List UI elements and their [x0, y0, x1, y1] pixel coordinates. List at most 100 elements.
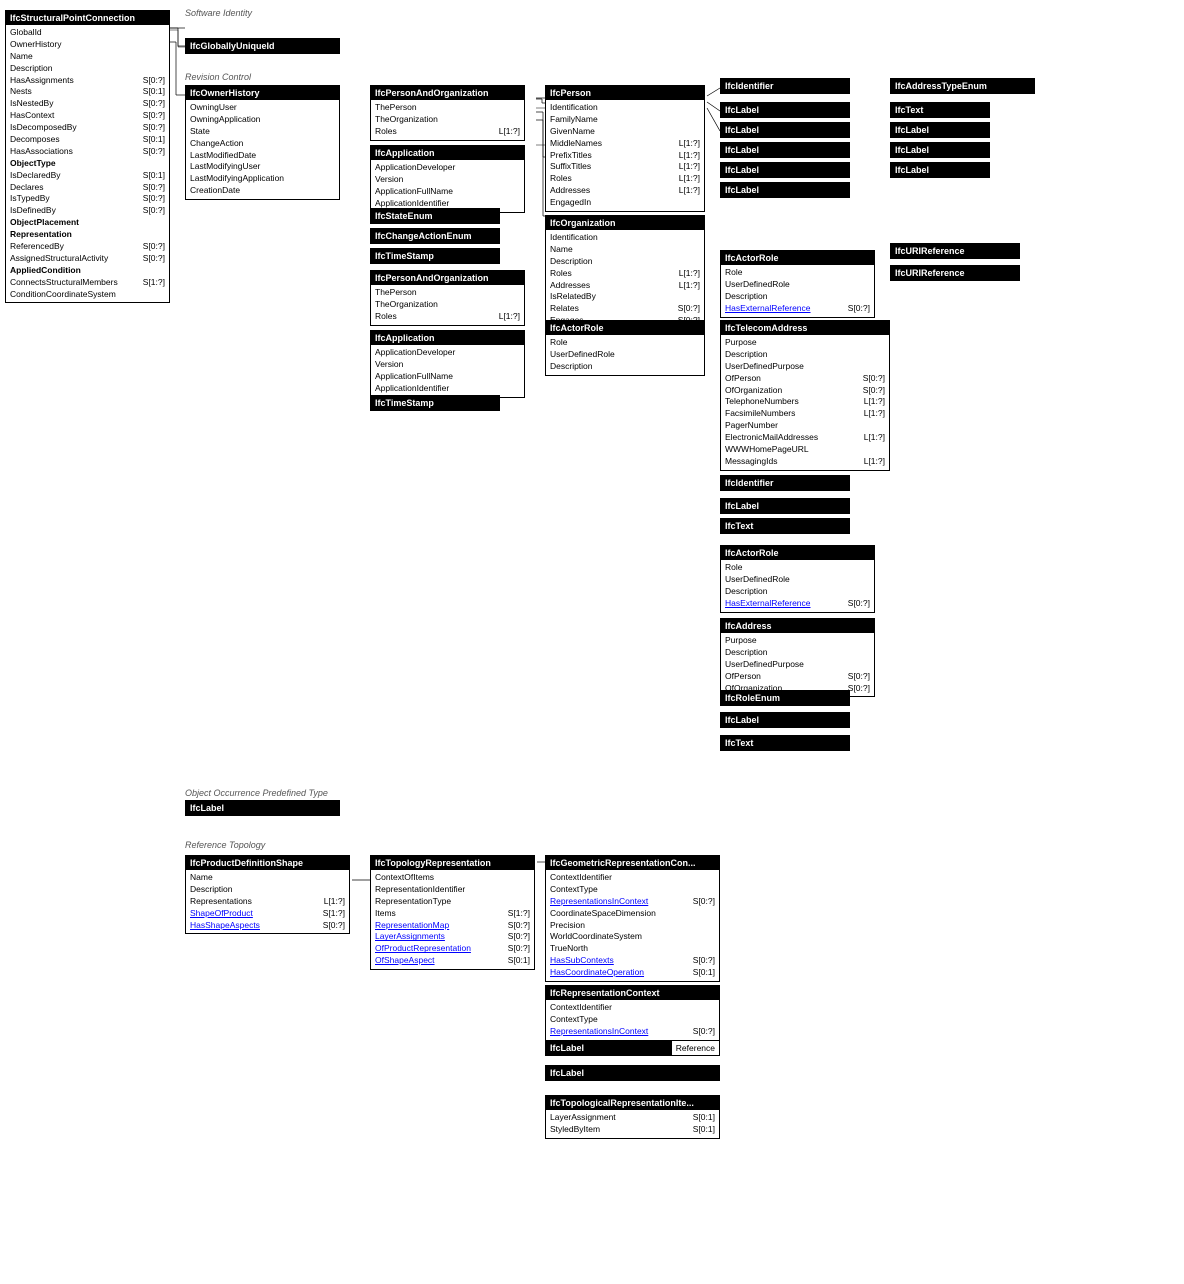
box-ifc-representation-context: IfcRepresentationContext ContextIdentifi… — [545, 985, 720, 1041]
attr-type: S[0:?] — [693, 896, 715, 908]
attr-name: UserDefinedPurpose — [725, 659, 804, 671]
box-header: IfcText — [721, 519, 849, 533]
box-ifc-actor-role-2: IfcActorRole Role UserDefinedRole Descri… — [720, 250, 875, 318]
box-header: IfcOwnerHistory — [186, 86, 339, 100]
attr-representations: RepresentationsL[1:?] — [190, 896, 345, 908]
attr-name: Addresses — [550, 185, 590, 197]
attr-name: ShapeOfProduct — [190, 908, 253, 920]
box-header: IfcText — [721, 736, 849, 750]
attr-name: Description — [725, 349, 768, 361]
box-header: IfcURIReference — [891, 266, 1019, 280]
box-header: IfcLabel — [891, 143, 989, 157]
attr-name: Name — [10, 51, 165, 63]
attr-type: L[1:?] — [679, 150, 700, 162]
attr-appfullname: ApplicationFullName — [375, 186, 520, 198]
attr-name: ApplicationFullName — [375, 186, 453, 198]
box-body: ApplicationDeveloper Version Application… — [371, 160, 524, 212]
attr-desc: Description — [190, 884, 345, 896]
attr-name: Addresses — [550, 280, 590, 292]
box-header: IfcLabel — [891, 163, 989, 177]
attr-roles: RolesL[1:?] — [375, 126, 520, 138]
attr-ofperson: OfPersonS[0:?] — [725, 373, 885, 385]
box-body: Name Description RepresentationsL[1:?] S… — [186, 870, 349, 933]
attr-conditioncoord: ConditionCoordinateSystem — [10, 289, 165, 301]
attr-name: Precision — [550, 920, 585, 932]
box-body: ThePerson TheOrganization RolesL[1:?] — [371, 100, 524, 140]
attr-prefixtitles: PrefixTitlesL[1:?] — [550, 150, 700, 162]
attr-type: S[1:?] — [508, 908, 530, 920]
attr-isdeclaredby: IsDeclaredByS[0:1] — [10, 170, 165, 182]
attr-changeaction: ChangeAction — [190, 138, 335, 150]
attr-appdev: ApplicationDeveloper — [375, 347, 520, 359]
attr-type: S[0:?] — [678, 303, 700, 315]
box-header: IfcAddress — [721, 619, 874, 633]
box-ifc-state-enum: IfcStateEnum — [370, 208, 500, 224]
attr-type: S[0:1] — [693, 1124, 715, 1136]
attr-pagernumber: PagerNumber — [725, 420, 885, 432]
attr-theperson: ThePerson — [375, 102, 520, 114]
attr-name: LastModifyingApplication — [190, 173, 284, 185]
attr-name: StyledByItem — [550, 1124, 600, 1136]
attr-description: Description — [10, 63, 165, 75]
attr-theorg: TheOrganization — [375, 114, 520, 126]
attr-type: S[0:?] — [863, 373, 885, 385]
attr-ofproductrep: OfProductRepresentationS[0:?] — [375, 943, 530, 955]
attr-hasassociations: HasAssociationsS[0:?] — [10, 146, 165, 158]
attr-hasexternalref: HasExternalReferenceS[0:?] — [725, 303, 870, 315]
box-ifc-label-5: IfcLabel — [720, 182, 850, 198]
attr-role: Role — [725, 562, 870, 574]
box-ifc-text-3: IfcText — [890, 102, 990, 118]
attr-suffixtitles: SuffixTitlesL[1:?] — [550, 161, 700, 173]
attr-roles: RolesL[1:?] — [375, 311, 520, 323]
box-header: IfcChangeActionEnum — [371, 229, 499, 243]
attr-isrelatedby: IsRelatedBy — [550, 291, 700, 303]
attr-name: Version — [375, 359, 403, 371]
attr-udp: UserDefinedPurpose — [725, 659, 870, 671]
attr-name: Purpose — [725, 337, 757, 349]
attr-hascontext: HasContextS[0:?] — [10, 110, 165, 122]
attr-desc: Description — [725, 647, 870, 659]
attr-hasassignments: HasAssignmentsS[0:?] — [10, 75, 165, 87]
box-header: IfcPersonAndOrganization — [371, 86, 524, 100]
box-ifc-globally-unique-id: IfcGloballyUniqueId — [185, 38, 340, 54]
box-ifc-label-8: IfcLabel — [890, 122, 990, 138]
attr-type: S[0:?] — [848, 303, 870, 315]
attr-name: Role — [550, 337, 567, 349]
attr-hassubcontexts: HasSubContextsS[0:?] — [550, 955, 715, 967]
attr-hasshapeaspects: HasShapeAspectsS[0:?] — [190, 920, 345, 932]
box-ifc-label-1: IfcLabel — [720, 102, 850, 118]
attr-name: Relates — [550, 303, 579, 315]
attr-name: Role — [725, 267, 742, 279]
box-ifc-role-enum: IfcRoleEnum — [720, 690, 850, 706]
attr-name: PagerNumber — [725, 420, 778, 432]
attr-repmap: RepresentationMapS[0:?] — [375, 920, 530, 932]
box-header: IfcPersonAndOrganization — [371, 271, 524, 285]
attr-name: Description — [725, 586, 768, 598]
attr-name: Description — [550, 256, 593, 268]
box-header: IfcRoleEnum — [721, 691, 849, 705]
attr-type: S[0:?] — [143, 193, 165, 205]
attr-repsincontext: RepresentationsInContextS[0:?] — [550, 1026, 715, 1038]
box-body: Role UserDefinedRole Description — [546, 335, 704, 375]
attr-name: EngagedIn — [550, 197, 591, 209]
box-ifc-owner-history: IfcOwnerHistory OwningUser OwningApplica… — [185, 85, 340, 200]
attr-type: S[0:?] — [848, 683, 870, 695]
box-body: Role UserDefinedRole Description HasExte… — [721, 265, 874, 317]
attr-type: S[0:?] — [508, 920, 530, 932]
attr-type: L[1:?] — [679, 268, 700, 280]
attr-name: SuffixTitles — [550, 161, 591, 173]
attr-name: ApplicationDeveloper — [375, 347, 455, 359]
attr-name: ApplicationIdentifier — [375, 383, 449, 395]
box-ifc-application-1: IfcApplication ApplicationDeveloper Vers… — [370, 145, 525, 213]
attr-name: GivenName — [550, 126, 595, 138]
attr-nests: NestsS[0:1] — [10, 86, 165, 98]
box-header: IfcLabel — [721, 123, 849, 137]
attr-emailaddresses: ElectronicMailAddressesL[1:?] — [725, 432, 885, 444]
attr-ofshapeaspect: OfShapeAspectS[0:1] — [375, 955, 530, 967]
attr-name: Name — [10, 51, 33, 63]
attr-representation: Representation — [10, 229, 165, 241]
attr-contextid: ContextIdentifier — [550, 872, 715, 884]
box-ifc-label-3: IfcLabel — [720, 142, 850, 158]
attr-name: ReferencedBy — [10, 241, 64, 253]
box-header: IfcGeometricRepresentationCon... — [546, 856, 719, 870]
